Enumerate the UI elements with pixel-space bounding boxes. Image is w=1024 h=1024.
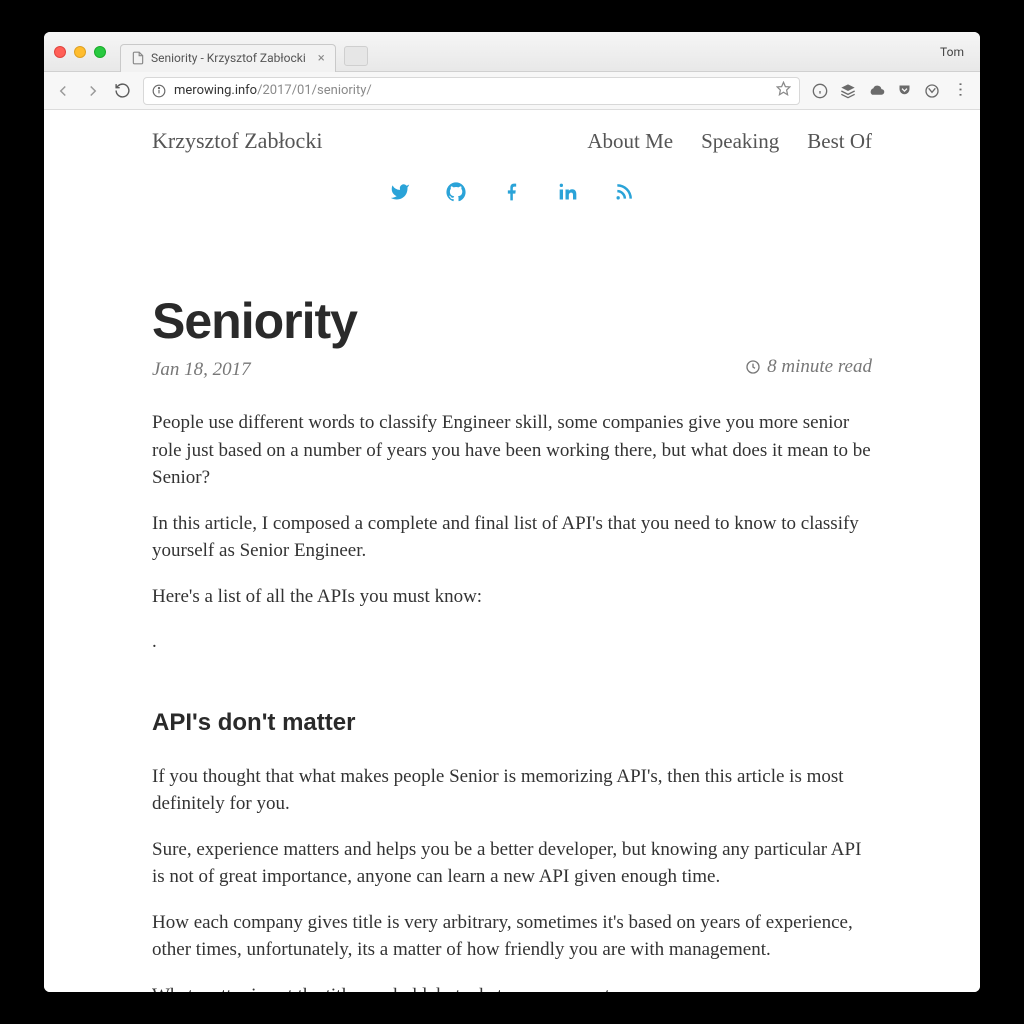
paragraph: People use different words to classify E…: [152, 409, 872, 492]
close-tab-icon[interactable]: ×: [318, 52, 325, 65]
browser-window: Seniority - Krzysztof Zabłocki × Tom mer…: [44, 32, 980, 992]
url-text: merowing.info/2017/01/seniority/: [174, 83, 372, 98]
wallabag-extension-icon[interactable]: [924, 83, 940, 99]
chrome-menu-button[interactable]: ⋯: [952, 82, 971, 100]
profile-name[interactable]: Tom: [940, 45, 970, 59]
page-viewport: Krzysztof Zabłocki About Me Speaking Bes…: [44, 110, 980, 992]
url-path: /2017/01/seniority/: [257, 83, 372, 98]
linkedin-icon[interactable]: [558, 182, 578, 202]
extension-icons: [812, 82, 940, 99]
paragraph: If you thought that what makes people Se…: [152, 763, 872, 818]
document-icon: [131, 51, 145, 65]
article: Seniority Jan 18, 2017 8 minute read Peo…: [152, 292, 872, 992]
article-meta: Jan 18, 2017 8 minute read: [152, 356, 872, 381]
paragraph: .: [152, 628, 872, 656]
back-button[interactable]: [54, 82, 72, 100]
maximize-window-button[interactable]: [94, 46, 106, 58]
nav-best-of[interactable]: Best Of: [807, 129, 872, 154]
github-icon[interactable]: [446, 182, 466, 202]
info-extension-icon[interactable]: [812, 83, 828, 99]
window-titlebar: Seniority - Krzysztof Zabłocki × Tom: [44, 32, 980, 72]
article-content: People use different words to classify E…: [152, 409, 872, 992]
page-container: Krzysztof Zabłocki About Me Speaking Bes…: [152, 110, 872, 992]
close-window-button[interactable]: [54, 46, 66, 58]
bookmark-star-icon[interactable]: [776, 81, 791, 100]
traffic-lights: [54, 46, 106, 58]
paragraph: In this article, I composed a complete a…: [152, 510, 872, 565]
clock-icon: [745, 359, 761, 375]
site-title[interactable]: Krzysztof Zabłocki: [152, 128, 322, 154]
read-time: 8 minute read: [745, 356, 872, 378]
article-date: Jan 18, 2017: [152, 359, 251, 381]
paragraph: Sure, experience matters and helps you b…: [152, 836, 872, 891]
twitter-icon[interactable]: [390, 182, 410, 202]
tab-title: Seniority - Krzysztof Zabłocki: [151, 51, 306, 65]
site-header: Krzysztof Zabłocki About Me Speaking Bes…: [152, 128, 872, 154]
address-bar[interactable]: merowing.info/2017/01/seniority/: [143, 77, 800, 105]
buffer-extension-icon[interactable]: [840, 83, 856, 99]
rss-icon[interactable]: [614, 182, 634, 202]
paragraph: How each company gives title is very arb…: [152, 909, 872, 964]
forward-button[interactable]: [84, 82, 102, 100]
browser-toolbar: merowing.info/2017/01/seniority/ ⋯: [44, 72, 980, 110]
url-host: merowing.info: [174, 83, 257, 98]
paragraph: What matter is not the title you hold, b…: [152, 982, 872, 992]
new-tab-button[interactable]: [344, 46, 368, 66]
cloud-extension-icon[interactable]: [868, 82, 885, 99]
minimize-window-button[interactable]: [74, 46, 86, 58]
reload-button[interactable]: [114, 82, 131, 99]
read-time-text: 8 minute read: [767, 356, 872, 378]
site-nav: About Me Speaking Best Of: [587, 129, 872, 154]
site-info-icon[interactable]: [152, 84, 166, 98]
nav-about-me[interactable]: About Me: [587, 129, 673, 154]
facebook-icon[interactable]: [502, 182, 522, 202]
article-title: Seniority: [152, 292, 872, 350]
nav-speaking[interactable]: Speaking: [701, 129, 779, 154]
pocket-extension-icon[interactable]: [897, 83, 912, 98]
browser-tab[interactable]: Seniority - Krzysztof Zabłocki ×: [120, 44, 336, 72]
paragraph: Here's a list of all the APIs you must k…: [152, 583, 872, 611]
section-heading: API's don't matter: [152, 706, 872, 741]
social-links: [152, 182, 872, 202]
